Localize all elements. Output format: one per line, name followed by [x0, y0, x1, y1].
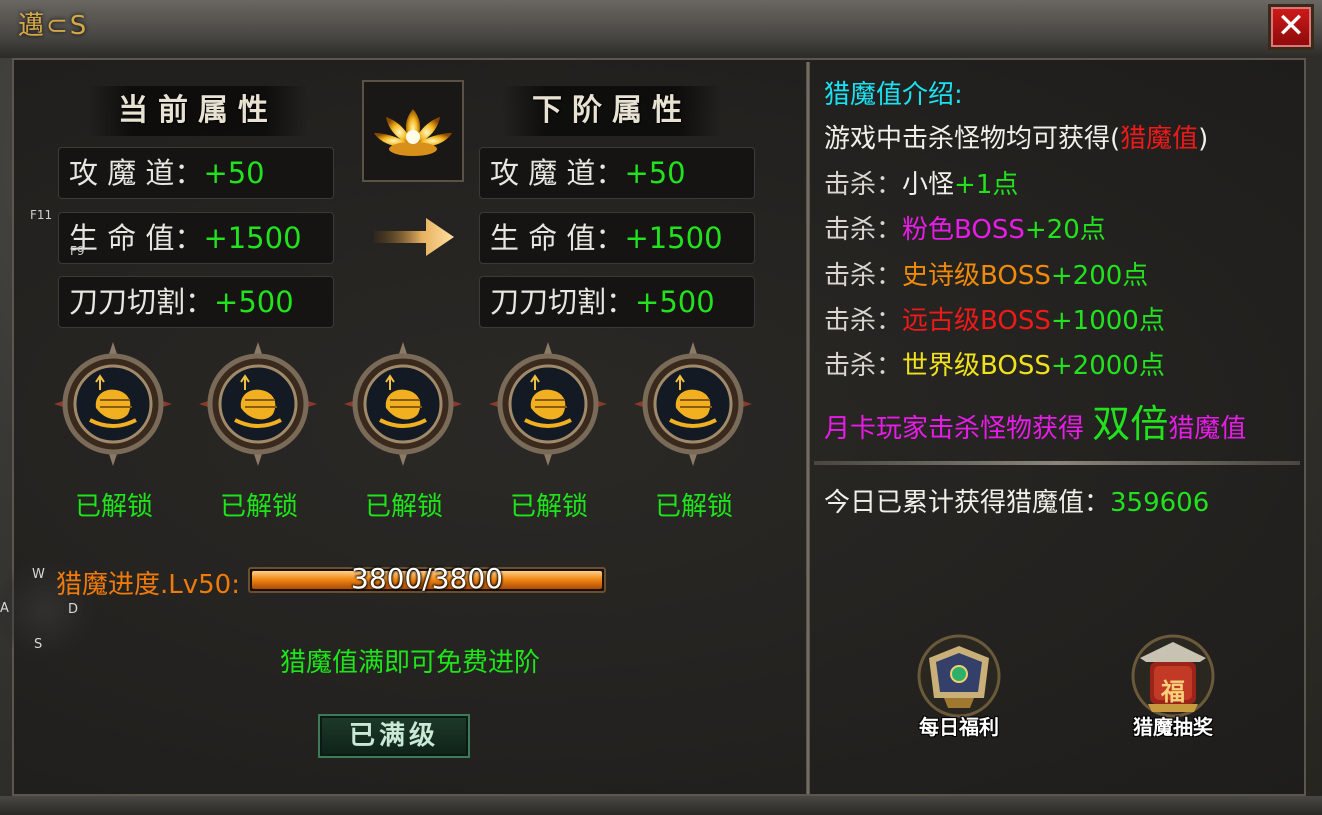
daily-welfare-button[interactable]: 每日福利	[904, 628, 1014, 740]
unlock-status-2: 已解锁	[219, 492, 298, 522]
kill-points: +200点	[1050, 261, 1149, 291]
kill-points: +2000点	[1050, 351, 1165, 381]
key-a: A	[0, 601, 9, 616]
hunt-progress-label: 猎魔进度.Lv50:	[56, 570, 240, 600]
fist-upgrade-icon	[489, 342, 607, 466]
intro-text-end: )	[1198, 124, 1209, 154]
stat-value: +1500	[624, 221, 723, 255]
kill-points: +20点	[1024, 215, 1106, 245]
kill-prefix: 击杀：	[824, 215, 903, 245]
kill-reward-row: 击杀：世界级BOSS+2000点	[824, 345, 1165, 382]
kill-reward-row: 击杀：远古级BOSS+1000点	[824, 300, 1165, 337]
next-stat-magic-attack: 攻 魔 道：+50	[479, 147, 755, 199]
kill-prefix: 击杀：	[824, 261, 903, 291]
hunt-progress-text: 3800/3800	[351, 562, 503, 595]
monthly-text-end: 猎魔值	[1168, 414, 1247, 444]
hunt-lottery-label: 猎魔抽奖	[1133, 715, 1213, 739]
stat-name: 生 命 值：	[69, 221, 204, 255]
power-medal-4[interactable]	[489, 342, 607, 466]
today-label: 今日已累计获得猎魔值：	[824, 488, 1111, 518]
current-stat-hp: 生 命 值：+1500	[58, 212, 334, 264]
intro-description: 游戏中击杀怪物均可获得(猎魔值)	[824, 118, 1208, 155]
fist-upgrade-icon	[199, 342, 317, 466]
current-stat-magic-attack: 攻 魔 道：+50	[58, 147, 334, 199]
stat-name: 刀刀切割：	[490, 285, 636, 319]
power-medal-3[interactable]	[344, 342, 462, 466]
intro-highlight: 猎魔值	[1120, 124, 1199, 154]
key-w: W	[32, 567, 45, 582]
double-highlight: 双倍	[1092, 402, 1169, 446]
next-stat-hp: 生 命 值：+1500	[479, 212, 755, 264]
vertical-divider	[806, 62, 810, 794]
golden-lotus-icon	[374, 109, 452, 156]
power-medal-1[interactable]	[54, 342, 172, 466]
kill-prefix: 击杀：	[824, 351, 903, 381]
daily-welfare-icon	[917, 634, 1001, 718]
kill-target: 史诗级BOSS	[902, 261, 1051, 291]
stat-value: +50	[203, 156, 265, 190]
current-attributes-title: 当前属性	[88, 86, 308, 136]
fortune-badge: 福	[1161, 678, 1185, 706]
key-d: D	[68, 602, 79, 617]
monthly-card-bonus: 月卡玩家击杀怪物获得 双倍猎魔值	[824, 402, 1246, 451]
next-stat-cleave: 刀刀切割：+500	[479, 276, 755, 328]
power-medal-2[interactable]	[199, 342, 317, 466]
kill-prefix: 击杀：	[824, 306, 903, 336]
unlock-status-3: 已解锁	[364, 492, 443, 522]
stat-name: 攻 魔 道：	[490, 156, 625, 190]
kill-reward-row: 击杀：粉色BOSS+20点	[824, 209, 1106, 246]
intro-text: 游戏中击杀怪物均可获得(	[824, 124, 1121, 154]
today-value: 359606	[1110, 488, 1210, 518]
today-total: 今日已累计获得猎魔值：359606	[824, 482, 1209, 519]
game-logo: 邁⊂S	[18, 11, 89, 41]
stat-value: +500	[635, 285, 715, 319]
kill-reward-row: 击杀：史诗级BOSS+200点	[824, 255, 1148, 292]
unlock-status-4: 已解锁	[509, 492, 588, 522]
monthly-text: 月卡玩家击杀怪物获得	[824, 414, 1093, 444]
kill-prefix: 击杀：	[824, 170, 903, 200]
stat-value: +1500	[203, 221, 302, 255]
intro-title: 猎魔值介绍:	[824, 80, 963, 110]
daily-welfare-label: 每日福利	[919, 715, 999, 739]
kill-target: 世界级BOSS	[902, 351, 1051, 381]
unlock-status-1: 已解锁	[74, 492, 153, 522]
max-level-button[interactable]: 已满级	[318, 714, 470, 758]
hunt-lottery-button[interactable]: 福 猎魔抽奖	[1118, 628, 1228, 740]
stat-name: 刀刀切割：	[69, 285, 215, 319]
kill-reward-row: 击杀：小怪+1点	[824, 164, 1018, 201]
close-icon: ✕	[1276, 6, 1306, 46]
hotkey-hint-f11: F11	[30, 208, 53, 222]
power-medal-5[interactable]	[634, 342, 752, 466]
upgrade-arrow-icon	[374, 218, 454, 256]
kill-points: +1000点	[1050, 306, 1165, 336]
stat-value: +50	[624, 156, 686, 190]
kill-target: 小怪	[902, 170, 955, 200]
kill-target: 远古级BOSS	[902, 306, 1051, 336]
key-s: S	[34, 637, 43, 652]
free-advance-hint: 猎魔值满即可免费进阶	[279, 648, 540, 678]
stat-value: +500	[214, 285, 294, 319]
kill-target: 粉色BOSS	[902, 215, 1025, 245]
unlock-status-5: 已解锁	[654, 492, 733, 522]
fist-upgrade-icon	[54, 342, 172, 466]
window-titlebar	[0, 0, 1322, 58]
hotkey-hint-f9: F9	[70, 244, 85, 258]
stat-name: 生 命 值：	[490, 221, 625, 255]
fist-upgrade-icon	[634, 342, 752, 466]
stat-name: 攻 魔 道：	[69, 156, 204, 190]
window-bottom-border	[0, 796, 1322, 815]
fist-upgrade-icon	[344, 342, 462, 466]
close-button[interactable]: ✕	[1268, 4, 1314, 50]
current-stat-cleave: 刀刀切割：+500	[58, 276, 334, 328]
horizontal-divider	[814, 461, 1300, 465]
next-attributes-title: 下阶属性	[502, 86, 722, 136]
lotus-gem-slot[interactable]	[362, 80, 464, 182]
kill-points: +1点	[954, 170, 1019, 200]
